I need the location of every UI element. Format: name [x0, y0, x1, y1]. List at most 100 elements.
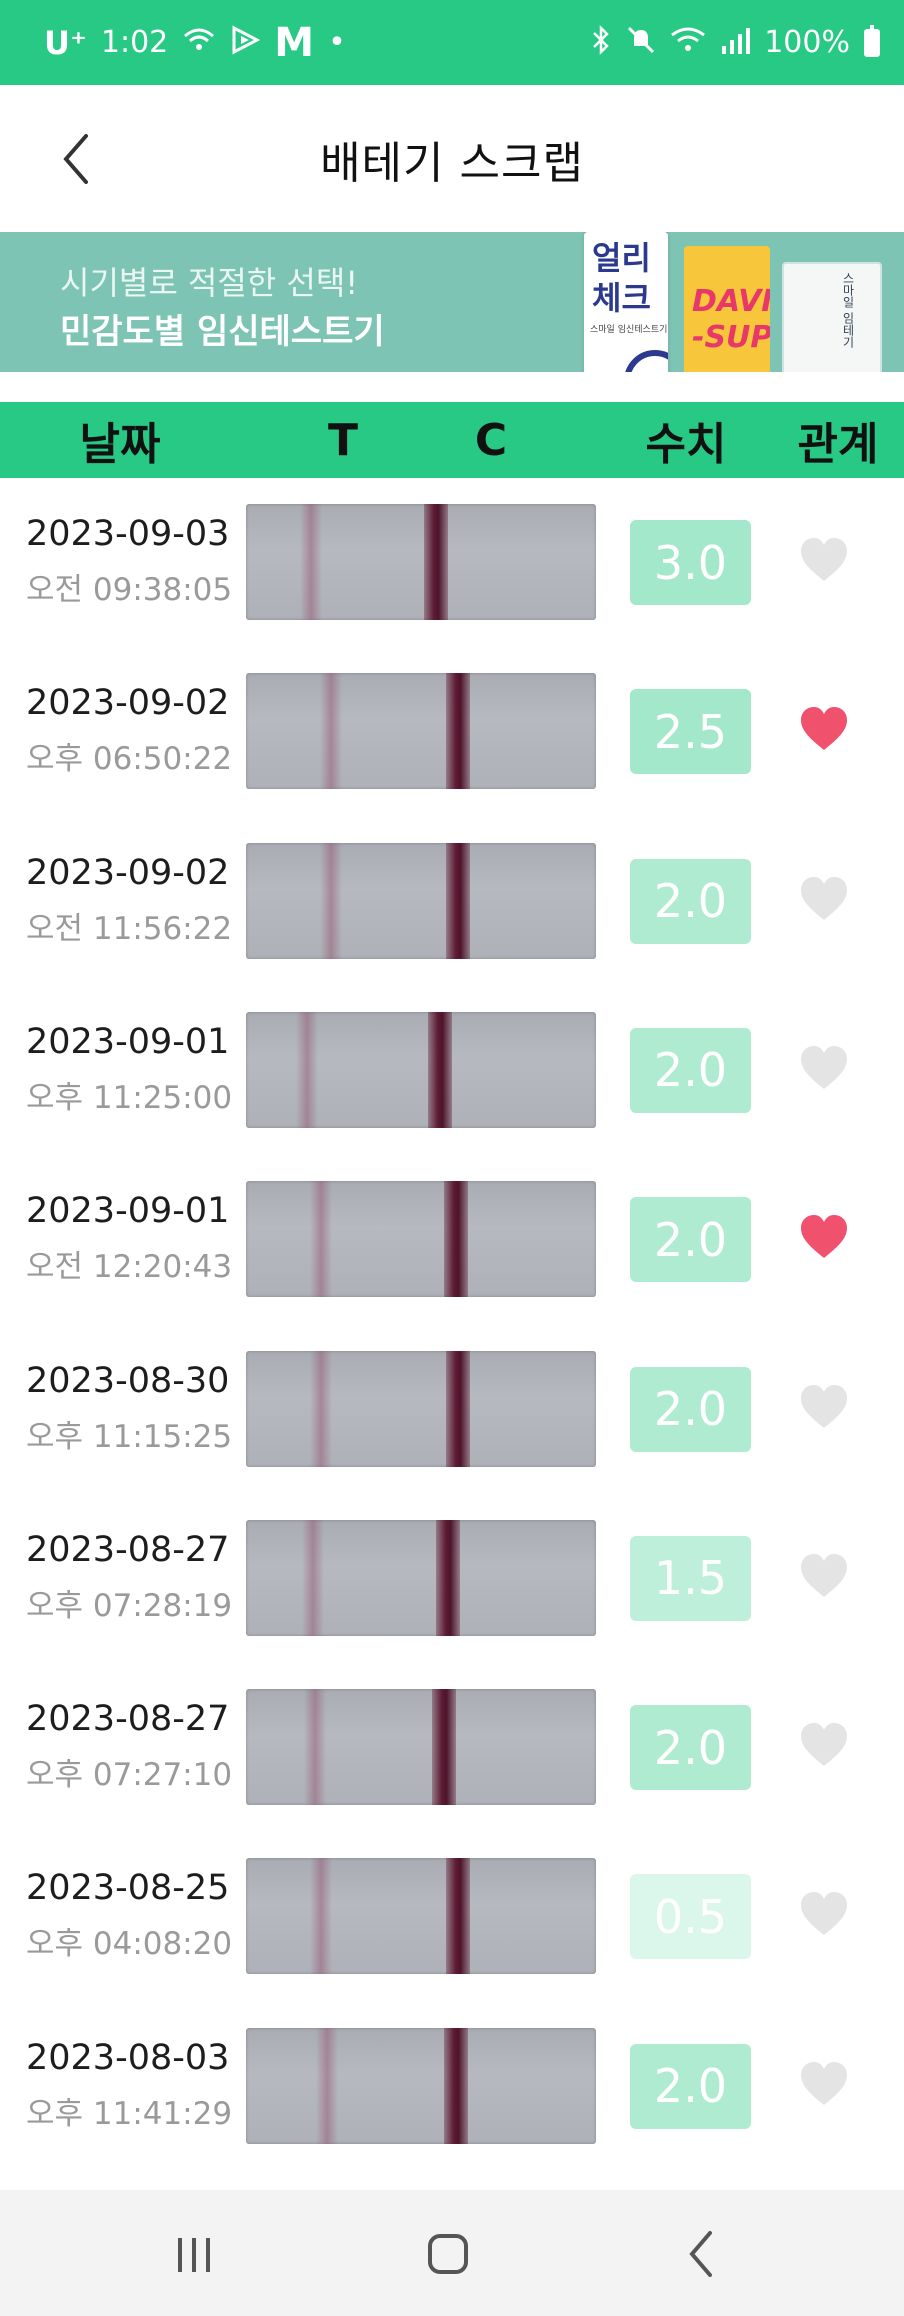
- promo-banner[interactable]: 시기별로 적절한 선택! 민감도별 임신테스트기 얼리 체크 스마일 임신테스트…: [0, 232, 904, 372]
- wifi-calling-icon: [182, 26, 216, 60]
- heart-icon[interactable]: [799, 1044, 849, 1092]
- page-title: 배테기 스크랩: [320, 138, 584, 189]
- recents-icon: [178, 2238, 210, 2272]
- m-icon: M: [274, 19, 315, 66]
- row-time: 오후 07:28:19: [26, 1587, 233, 1624]
- table-header: 날짜 T C 수치 관계: [0, 402, 904, 478]
- row-date: 2023-09-01: [26, 1021, 230, 1062]
- banner-title: 민감도별 임신테스트기: [60, 312, 385, 352]
- t-line: [310, 1350, 332, 1467]
- test-strip-image[interactable]: [246, 1519, 596, 1636]
- row-time: 오전 09:38:05: [26, 572, 233, 608]
- row-time: 오전 11:56:22: [26, 910, 233, 947]
- list-item[interactable]: 2023-08-03 오후 11:41:29 2.0: [0, 2002, 904, 2171]
- battery-percent: 100%: [764, 25, 850, 60]
- banner-product-image-2: DAVI -SUPE: [684, 246, 770, 372]
- c-line: [424, 504, 448, 620]
- mute-icon: [626, 25, 656, 61]
- value-badge: 2.0: [630, 1705, 751, 1791]
- t-line: [320, 842, 342, 959]
- column-header-value: 수치: [645, 419, 727, 470]
- t-line: [304, 1689, 326, 1806]
- c-line: [444, 1181, 468, 1298]
- test-strip-image[interactable]: [246, 1858, 596, 1975]
- row-time: 오후 11:15:25: [26, 1418, 233, 1455]
- home-button[interactable]: [418, 2224, 478, 2284]
- recents-button[interactable]: [164, 2224, 224, 2284]
- banner-product-image-3: 스마일 임테기: [782, 262, 882, 372]
- signal-icon: [720, 26, 751, 60]
- home-icon: [428, 2234, 468, 2274]
- product-1-small-text: 스마일 임신테스트기: [590, 325, 668, 335]
- test-strip-image[interactable]: [246, 1181, 596, 1298]
- test-strip-image[interactable]: [246, 673, 596, 790]
- row-date: 2023-08-30: [26, 1360, 230, 1401]
- value-badge: 3.0: [630, 520, 751, 605]
- system-nav-bar: [0, 2190, 904, 2316]
- row-date: 2023-08-25: [26, 1868, 230, 1909]
- c-line: [446, 673, 470, 790]
- heart-icon[interactable]: [799, 1383, 849, 1431]
- heart-icon[interactable]: [799, 1721, 849, 1769]
- heart-icon[interactable]: [799, 536, 849, 584]
- value-badge: 0.5: [630, 1874, 751, 1960]
- list-item[interactable]: 2023-09-01 오후 11:25:00 2.0: [0, 986, 904, 1155]
- test-strip-image[interactable]: [246, 1350, 596, 1467]
- heart-icon[interactable]: [799, 875, 849, 923]
- status-right: 100%: [590, 24, 880, 61]
- list-item[interactable]: 2023-08-30 오후 11:15:25 2.0: [0, 1325, 904, 1494]
- test-strip-image[interactable]: [246, 842, 596, 959]
- list-item[interactable]: 2023-09-01 오전 12:20:43 2.0: [0, 1155, 904, 1324]
- product-2-label: DAVI -SUPE: [692, 284, 770, 355]
- heart-icon[interactable]: [799, 1213, 849, 1261]
- list-item[interactable]: 2023-09-02 오전 11:56:22 2.0: [0, 817, 904, 986]
- banner-product-image-1: 얼리 체크 스마일 임신테스트기: [584, 232, 668, 372]
- row-time: 오전 12:20:43: [26, 1249, 233, 1286]
- battery-icon: [864, 24, 880, 57]
- heart-icon[interactable]: [799, 1890, 849, 1938]
- value-badge: 2.0: [630, 1027, 751, 1113]
- heart-icon[interactable]: [799, 2060, 849, 2108]
- test-strip-image[interactable]: [246, 2027, 596, 2144]
- test-strip-image[interactable]: [246, 504, 596, 620]
- test-strip-image[interactable]: [246, 1011, 596, 1128]
- row-time: 오후 04:08:20: [26, 1926, 233, 1963]
- list-item[interactable]: 2023-08-27 오후 07:27:10 2.0: [0, 1663, 904, 1832]
- row-time: 오후 11:25:00: [26, 1079, 233, 1116]
- list-item[interactable]: 2023-08-25 오후 04:08:20 0.5: [0, 1832, 904, 2001]
- list-item[interactable]: 2023-09-02 오후 06:50:22 2.5: [0, 647, 904, 816]
- row-time: 오후 07:27:10: [26, 1757, 233, 1794]
- row-date: 2023-09-02: [26, 683, 230, 724]
- row-date: 2023-09-01: [26, 1191, 230, 1232]
- back-button[interactable]: [46, 129, 106, 189]
- list-item[interactable]: 2023-09-03 오전 09:38:05 3.0: [0, 478, 904, 647]
- nav-back-button[interactable]: [672, 2224, 732, 2284]
- bluetooth-icon: [590, 24, 612, 61]
- t-line: [310, 1181, 332, 1298]
- t-line: [316, 2027, 338, 2144]
- status-left: U⁺ 1:02 M •: [44, 20, 346, 66]
- value-badge: 2.0: [630, 2043, 751, 2129]
- value-badge: 2.0: [630, 1197, 751, 1283]
- app-header: 배테기 스크랩: [0, 85, 904, 233]
- product-3-label: 스마일 임테기: [841, 272, 855, 348]
- column-header-relation: 관계: [797, 419, 879, 470]
- row-date: 2023-09-02: [26, 852, 230, 893]
- c-line: [428, 1011, 452, 1128]
- column-header-t: T: [327, 414, 358, 466]
- t-line: [310, 1858, 332, 1975]
- row-date: 2023-09-03: [26, 514, 230, 554]
- t-line: [320, 673, 342, 790]
- t-line: [300, 504, 322, 620]
- dot-icon: •: [328, 24, 346, 60]
- c-line: [432, 1689, 456, 1806]
- test-strip-image[interactable]: [246, 1689, 596, 1806]
- column-header-c: C: [474, 414, 508, 466]
- heart-icon[interactable]: [799, 1552, 849, 1600]
- c-line: [446, 842, 470, 959]
- list-item[interactable]: 2023-08-27 오후 07:28:19 1.5: [0, 1494, 904, 1663]
- status-time: 1:02: [100, 25, 169, 60]
- heart-icon[interactable]: [799, 705, 849, 753]
- row-time: 오후 11:41:29: [26, 2095, 233, 2132]
- row-time: 오후 06:50:22: [26, 741, 233, 778]
